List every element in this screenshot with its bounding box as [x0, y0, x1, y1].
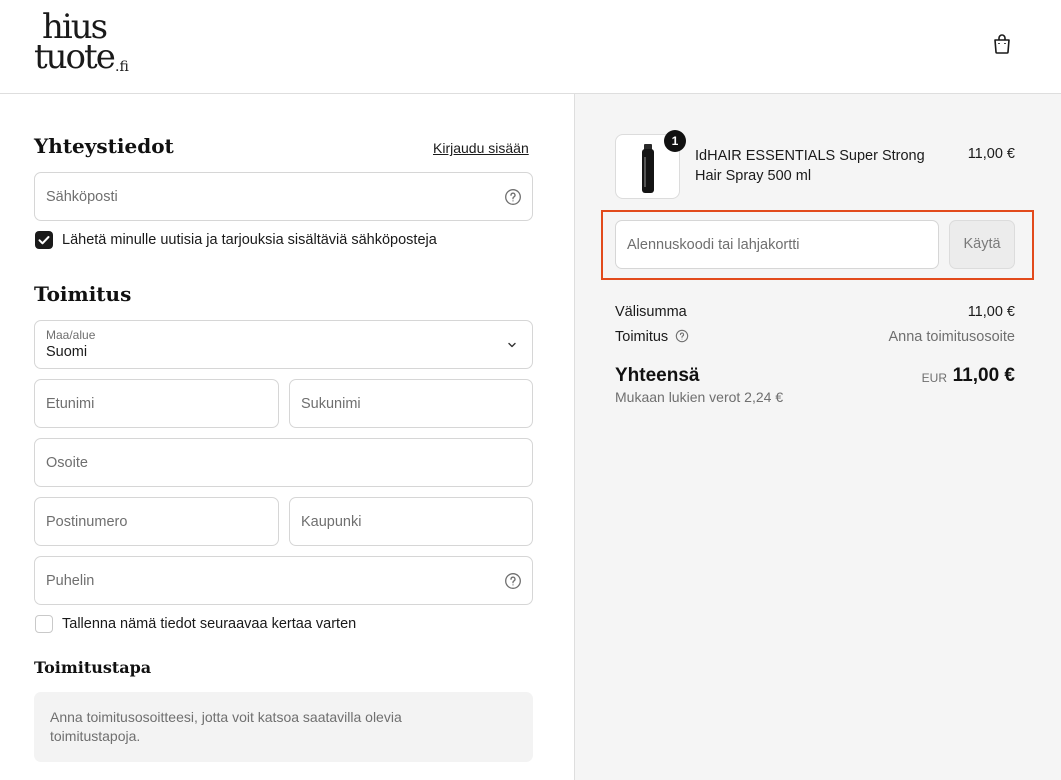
delivery-heading: Toimitus — [34, 282, 132, 306]
country-select[interactable]: Maa/alue Suomi — [34, 320, 533, 369]
country-label: Maa/alue — [46, 328, 96, 342]
quantity-badge: 1 — [664, 130, 686, 152]
contact-heading: Yhteystiedot — [34, 134, 174, 158]
subtotal-label: Välisumma — [615, 304, 687, 320]
total-label: Yhteensä — [615, 365, 700, 386]
email-field[interactable]: Sähköposti — [34, 172, 533, 221]
checkout-form-panel: Yhteystiedot Kirjaudu sisään Sähköposti … — [0, 94, 574, 780]
product-name: IdHAIR ESSENTIALS Super Strong Hair Spra… — [695, 148, 925, 184]
discount-placeholder: Alennuskoodi tai lahjakortti — [627, 236, 800, 253]
last-name-field[interactable]: Sukunimi — [289, 379, 533, 428]
help-icon[interactable] — [504, 572, 522, 590]
chevron-down-icon — [508, 342, 516, 347]
tax-note: Mukaan lukien verot 2,24 € — [615, 389, 784, 405]
shipping-method-notice: Anna toimitusosoitteesi, jotta voit kats… — [34, 692, 533, 762]
postal-code-field[interactable]: Postinumero — [34, 497, 279, 546]
logo-line-2: tuote — [34, 37, 116, 77]
address-placeholder: Osoite — [46, 454, 88, 471]
postal-code-placeholder: Postinumero — [46, 513, 128, 530]
logo-suffix: .fi — [115, 59, 129, 75]
apply-discount-button[interactable]: Käytä — [949, 220, 1015, 269]
save-info-checkbox[interactable] — [35, 615, 53, 633]
phone-field[interactable]: Puhelin — [34, 556, 533, 605]
help-icon[interactable] — [675, 329, 689, 343]
newsletter-label: Lähetä minulle uutisia ja tarjouksia sis… — [62, 232, 437, 248]
shopping-bag-icon[interactable] — [990, 32, 1014, 56]
site-logo[interactable]: hius tuote .fi — [34, 10, 144, 80]
subtotal-value: 11,00 € — [967, 304, 1015, 320]
discount-code-input[interactable]: Alennuskoodi tai lahjakortti — [615, 220, 939, 269]
total-currency: EUR — [921, 371, 947, 385]
total-value: 11,00 € — [952, 365, 1015, 386]
last-name-placeholder: Sukunimi — [301, 395, 361, 412]
login-link[interactable]: Kirjaudu sisään — [433, 140, 529, 156]
first-name-placeholder: Etunimi — [46, 395, 95, 412]
shipping-method-heading: Toimitustapa — [34, 658, 152, 677]
address-field[interactable]: Osoite — [34, 438, 533, 487]
order-summary-panel: 1 IdHAIR ESSENTIALS Super Strong Hair Sp… — [574, 94, 1061, 780]
shipping-value: Anna toimitusosoite — [888, 329, 1015, 345]
email-placeholder: Sähköposti — [46, 188, 118, 205]
first-name-field[interactable]: Etunimi — [34, 379, 279, 428]
newsletter-checkbox[interactable] — [35, 231, 53, 249]
city-field[interactable]: Kaupunki — [289, 497, 533, 546]
shipping-method-notice-text: Anna toimitusosoitteesi, jotta voit kats… — [50, 709, 402, 744]
help-icon[interactable] — [504, 188, 522, 206]
country-value: Suomi — [46, 344, 88, 360]
city-placeholder: Kaupunki — [301, 513, 362, 530]
shipping-label: Toimitus — [615, 329, 689, 345]
phone-placeholder: Puhelin — [46, 572, 95, 589]
site-header: hius tuote .fi — [0, 0, 1061, 94]
product-price: 11,00 € — [967, 146, 1015, 162]
checkmark-icon — [38, 236, 50, 245]
shipping-label-text: Toimitus — [615, 329, 669, 345]
save-info-label: Tallenna nämä tiedot seuraavaa kertaa va… — [62, 616, 357, 632]
